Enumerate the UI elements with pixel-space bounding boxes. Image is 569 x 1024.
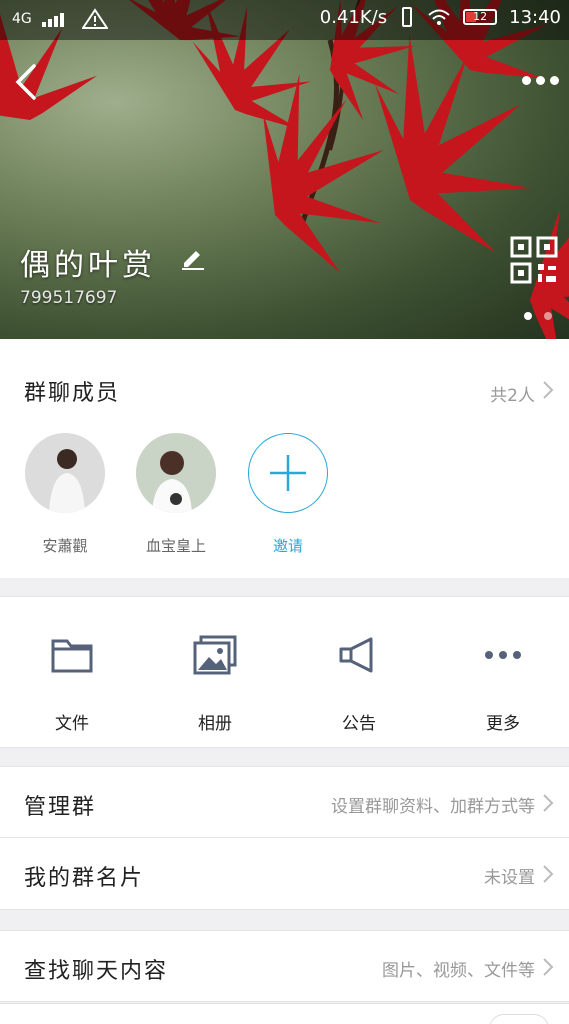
wifi-icon — [428, 9, 450, 25]
invite-button[interactable]: 邀请 — [247, 433, 329, 556]
warning-icon — [81, 8, 108, 29]
album-icon — [193, 635, 237, 675]
chevron-right-icon — [543, 794, 554, 812]
banner-page-indicator — [524, 312, 552, 320]
chevron-right-icon — [543, 958, 554, 976]
members-section: 群聊成员 共2人 安蕭觀 血宝皇上 邀请 — [0, 339, 569, 578]
network-speed: 0.41K/s — [319, 6, 388, 28]
group-banner: 4G 0.41K/s 12 13:40 偶的叶赏 799517697 — [0, 0, 569, 339]
members-count[interactable]: 共2人 — [490, 381, 535, 406]
action-label: 文件 — [55, 714, 89, 734]
manage-group-row[interactable]: 管理群 设置群聊资料、加群方式等 — [0, 766, 569, 838]
row-value: 设置群聊资料、加群方式等 — [331, 797, 535, 817]
row-value: 图片、视频、文件等 — [382, 961, 535, 981]
invite-label: 邀请 — [272, 537, 303, 555]
edit-pencil-icon[interactable] — [180, 245, 206, 271]
files-button[interactable]: 文件 — [22, 635, 122, 734]
action-label: 更多 — [486, 714, 520, 734]
row-title: 查找聊天内容 — [24, 959, 169, 984]
status-bar: 4G 0.41K/s 12 13:40 — [0, 0, 569, 40]
vibrate-icon — [402, 7, 413, 27]
avatar — [25, 433, 105, 513]
toggle-switch[interactable] — [489, 1014, 549, 1024]
quick-actions: 文件 相册 公告 更多 — [0, 596, 569, 748]
member-item[interactable]: 安蕭觀 — [24, 433, 106, 556]
battery-icon: 12 — [463, 9, 498, 25]
group-card-row[interactable]: 我的群名片 未设置 — [0, 838, 569, 910]
members-title: 群聊成员 — [24, 381, 121, 406]
group-profile-screen: 4G 0.41K/s 12 13:40 偶的叶赏 799517697 群聊成员 … — [0, 0, 569, 1024]
action-label: 公告 — [342, 714, 376, 734]
next-row-partial — [0, 1003, 569, 1024]
avatar — [136, 433, 216, 513]
more-options-button[interactable] — [519, 66, 561, 94]
chevron-right-icon — [543, 865, 554, 883]
back-arrow-icon[interactable] — [10, 62, 42, 102]
member-name: 血宝皇上 — [145, 537, 206, 555]
row-value: 未设置 — [484, 868, 535, 888]
group-id: 799517697 — [20, 288, 118, 308]
more-dots-icon — [485, 651, 521, 659]
group-name: 偶的叶赏 — [20, 248, 156, 283]
clock: 13:40 — [509, 6, 561, 28]
member-item[interactable]: 血宝皇上 — [135, 433, 217, 556]
add-member-icon — [248, 433, 328, 513]
qr-code-icon[interactable] — [510, 236, 558, 284]
folder-icon — [51, 639, 93, 673]
action-label: 相册 — [198, 714, 232, 734]
row-title: 我的群名片 — [24, 866, 145, 891]
row-title: 管理群 — [24, 795, 97, 820]
album-button[interactable]: 相册 — [165, 635, 265, 734]
announcement-button[interactable]: 公告 — [309, 635, 409, 734]
signal-icon — [41, 13, 64, 27]
megaphone-icon — [339, 637, 373, 673]
more-button[interactable]: 更多 — [453, 635, 553, 734]
search-chat-row[interactable]: 查找聊天内容 图片、视频、文件等 — [0, 930, 569, 1002]
member-name: 安蕭觀 — [42, 537, 88, 555]
chevron-right-icon[interactable] — [541, 379, 555, 401]
network-indicator: 4G — [12, 11, 32, 27]
